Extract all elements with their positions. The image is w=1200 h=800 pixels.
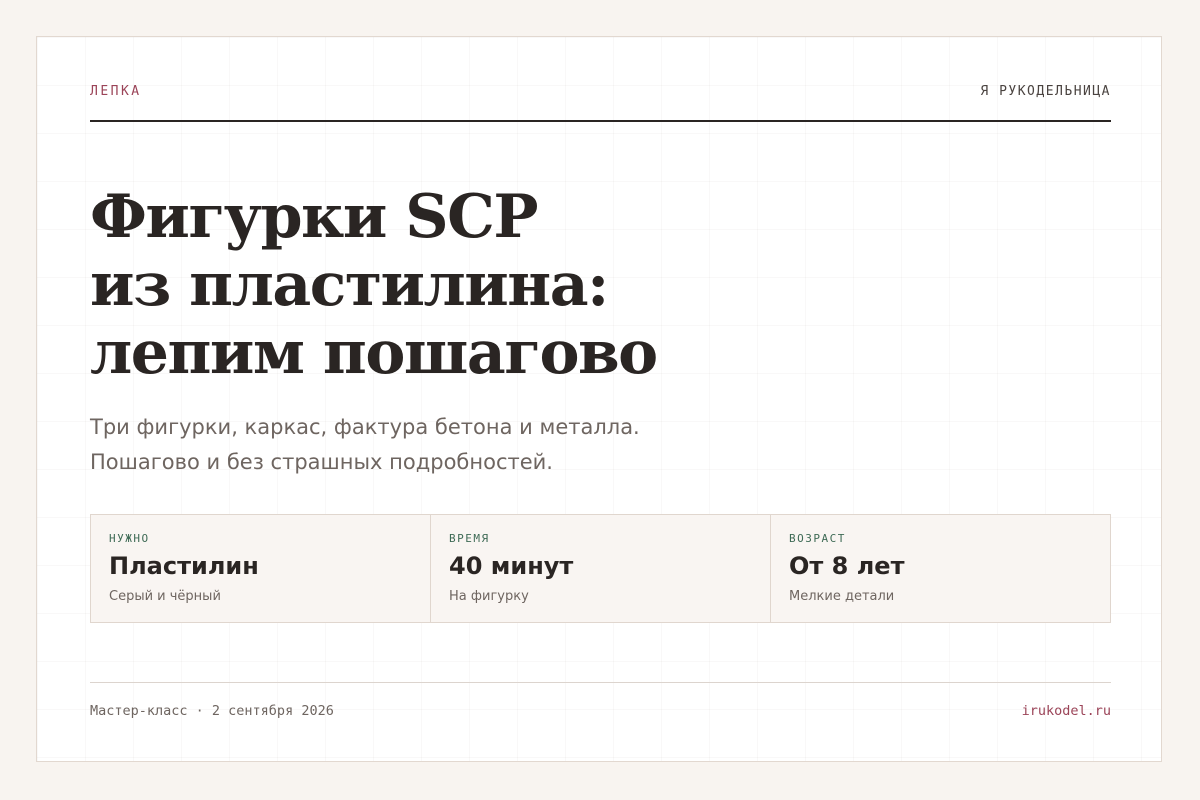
category-label[interactable]: ЛЕПКА <box>90 84 142 99</box>
footer-divider <box>90 682 1111 683</box>
fact-note: Серый и чёрный <box>109 589 221 604</box>
title-line: Фигурки SCP <box>90 182 538 252</box>
header-bar: ЛЕПКА Я РУКОДЕЛЬНИЦА <box>90 81 1111 122</box>
fact-value: От 8 лет <box>789 552 905 580</box>
site-link[interactable]: irukodel.ru <box>1022 703 1111 719</box>
title-line: лепим пошагово <box>90 318 658 388</box>
fact-note: На фигурку <box>449 589 529 604</box>
fact-needed: НУЖНО Пластилин Серый и чёрный <box>91 515 431 622</box>
fact-time: ВРЕМЯ 40 минут На фигурку <box>431 515 771 622</box>
fact-value: Пластилин <box>109 552 259 580</box>
fact-label: ВОЗРАСТ <box>789 532 846 545</box>
subtitle-line: Три фигурки, каркас, фактура бетона и ме… <box>90 415 640 439</box>
card-content: ЛЕПКА Я РУКОДЕЛЬНИЦА Фигурки SCP из плас… <box>90 37 1111 761</box>
subtitle-line: Пошагово и без страшных подробностей. <box>90 450 553 474</box>
fact-label: ВРЕМЯ <box>449 532 490 545</box>
fact-label: НУЖНО <box>109 532 150 545</box>
title-line: из пластилина: <box>90 250 609 320</box>
page-title: Фигурки SCP из пластилина: лепим пошагов… <box>90 183 790 387</box>
fact-value: 40 минут <box>449 552 574 580</box>
article-card: ЛЕПКА Я РУКОДЕЛЬНИЦА Фигурки SCP из плас… <box>36 36 1162 762</box>
fact-age: ВОЗРАСТ От 8 лет Мелкие детали <box>771 515 1110 622</box>
subtitle: Три фигурки, каркас, фактура бетона и ме… <box>90 410 790 480</box>
fact-note: Мелкие детали <box>789 589 895 604</box>
brand-name[interactable]: Я РУКОДЕЛЬНИЦА <box>980 84 1111 99</box>
facts-panel: НУЖНО Пластилин Серый и чёрный ВРЕМЯ 40 … <box>90 514 1111 623</box>
event-date: Мастер-класс · 2 сентября 2026 <box>90 703 334 719</box>
